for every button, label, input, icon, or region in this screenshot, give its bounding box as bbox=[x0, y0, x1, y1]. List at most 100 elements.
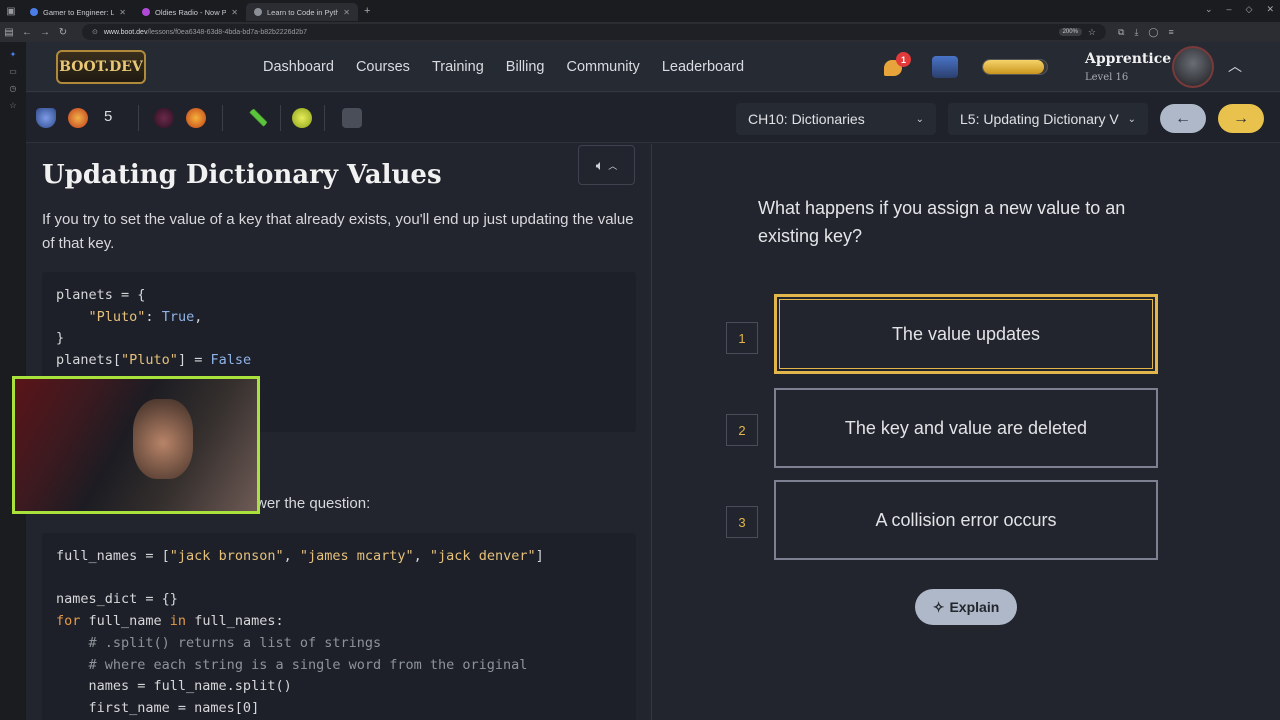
rail-history-icon[interactable]: ◷ bbox=[0, 84, 26, 93]
quiz-panel: What happens if you assign a new value t… bbox=[653, 144, 1280, 720]
main-nav: Dashboard Courses Training Billing Commu… bbox=[263, 59, 766, 75]
tab-close-icon[interactable]: ✕ bbox=[119, 8, 126, 17]
chevron-up-icon[interactable]: ︿ bbox=[1228, 56, 1242, 76]
bookmark-star-icon[interactable]: ☆ bbox=[1088, 27, 1096, 38]
bootdev-logo[interactable]: BOOT.DEV bbox=[56, 50, 146, 84]
user-level: Level 16 bbox=[1085, 72, 1129, 83]
nav-leaderboard[interactable]: Leaderboard bbox=[662, 59, 744, 75]
browser-tab-bar: ▣ Gamer to Engineer: Learni ✕ Oldies Rad… bbox=[0, 0, 1280, 22]
divider bbox=[324, 105, 325, 131]
browser-tab[interactable]: Gamer to Engineer: Learni ✕ bbox=[22, 3, 134, 21]
sidebar-toggle-icon[interactable]: ▤ bbox=[0, 27, 18, 38]
notification-badge: 1 bbox=[896, 52, 911, 67]
rail-star-icon[interactable]: ☆ bbox=[0, 101, 26, 110]
tab-close-icon[interactable]: ✕ bbox=[231, 8, 238, 17]
explain-label: Explain bbox=[949, 599, 1000, 615]
url-path: /lessons/f0ea6348-63d8-4bda-bd7a-b82b222… bbox=[147, 28, 308, 36]
tab-title: Oldies Radio - Now Playi bbox=[155, 7, 227, 17]
fire-potion-icon[interactable] bbox=[186, 108, 206, 128]
tab-list-icon[interactable]: ⌄ bbox=[1205, 4, 1213, 15]
quiz-option-2[interactable]: The key and value are deleted bbox=[774, 388, 1158, 468]
browser-tab[interactable]: Oldies Radio - Now Playi ✕ bbox=[134, 3, 246, 21]
assignment-prompt: wer the question: bbox=[256, 495, 371, 512]
nav-courses[interactable]: Courses bbox=[356, 59, 410, 75]
previous-lesson-button[interactable]: ← bbox=[1160, 104, 1206, 133]
xp-progress-bar bbox=[982, 59, 1048, 75]
nav-training[interactable]: Training bbox=[432, 59, 484, 75]
lesson-intro: If you try to set the value of a key tha… bbox=[42, 211, 634, 252]
shield-icon[interactable] bbox=[36, 108, 56, 128]
new-tab-icon[interactable]: + bbox=[358, 5, 376, 17]
extensions-icon[interactable]: ⧉ bbox=[1118, 27, 1124, 38]
browser-tab-active[interactable]: Learn to Code in Python: L ✕ bbox=[246, 3, 358, 21]
lesson-title: Updating Dictionary Values bbox=[42, 160, 442, 190]
code-block-assignment: full_names = ["jack bronson", "james mca… bbox=[42, 533, 636, 720]
close-window-icon[interactable]: ✕ bbox=[1266, 4, 1274, 15]
menu-icon[interactable]: ≡ bbox=[1169, 27, 1174, 38]
downloads-icon[interactable]: ⤓ bbox=[1134, 27, 1138, 38]
nav-billing[interactable]: Billing bbox=[506, 59, 545, 75]
divider bbox=[138, 105, 139, 131]
chevron-up-icon: ︿ bbox=[608, 160, 618, 171]
webcam-overlay bbox=[12, 376, 260, 514]
option-number: 3 bbox=[726, 506, 758, 538]
option-number: 2 bbox=[726, 414, 758, 446]
chevron-down-icon: ⌄ bbox=[915, 113, 924, 125]
site-info-icon[interactable]: ⊙ bbox=[92, 28, 98, 36]
explain-button[interactable]: ✧ Explain bbox=[915, 589, 1017, 625]
arrow-right-icon: → bbox=[1233, 109, 1249, 127]
speaker-icon: 🔈︎ bbox=[595, 156, 605, 173]
quiz-option-1[interactable]: The value updates bbox=[774, 294, 1158, 374]
streak-flame-icon[interactable] bbox=[68, 108, 88, 128]
lesson-select[interactable]: L5: Updating Dictionary V ⌄ bbox=[948, 103, 1148, 135]
minimize-icon[interactable]: – bbox=[1227, 4, 1232, 15]
lesson-select-value: L5: Updating Dictionary V bbox=[960, 111, 1119, 127]
dark-orb-icon[interactable] bbox=[154, 108, 174, 128]
green-wand-icon[interactable] bbox=[248, 108, 268, 128]
audio-button[interactable]: 🔈︎ ︿ bbox=[578, 145, 635, 185]
nav-dashboard[interactable]: Dashboard bbox=[263, 59, 334, 75]
notifications-button[interactable]: 1 bbox=[884, 52, 911, 78]
quiz-question: What happens if you assign a new value t… bbox=[758, 198, 1126, 246]
nav-community[interactable]: Community bbox=[566, 59, 639, 75]
divider bbox=[280, 105, 281, 131]
quiz-option-3[interactable]: A collision error occurs bbox=[774, 480, 1158, 560]
tab-sidebar-icon[interactable]: ▣ bbox=[0, 0, 22, 22]
tab-favicon-icon bbox=[254, 8, 262, 16]
xp-progress-fill bbox=[983, 60, 1044, 74]
tab-title: Gamer to Engineer: Learni bbox=[43, 7, 115, 17]
back-icon[interactable]: ← bbox=[18, 27, 36, 38]
yellow-potion-icon[interactable] bbox=[292, 108, 312, 128]
site-header: BOOT.DEV Dashboard Courses Training Bill… bbox=[26, 42, 1280, 92]
tab-favicon-icon bbox=[30, 8, 38, 16]
window-controls: ⌄ – ◇ ✕ bbox=[1205, 4, 1274, 15]
forward-icon[interactable]: → bbox=[36, 27, 54, 38]
maximize-icon[interactable]: ◇ bbox=[1246, 4, 1253, 15]
streak-count: 5 bbox=[104, 108, 113, 125]
tab-favicon-icon bbox=[142, 8, 150, 16]
sparkle-icon: ✧ bbox=[932, 598, 945, 615]
tab-close-icon[interactable]: ✕ bbox=[343, 8, 350, 17]
address-bar-row: ▤ ← → ↻ ⊙ www.boot.dev/lessons/f0ea6348-… bbox=[0, 22, 1280, 42]
chevron-down-icon: ⌄ bbox=[1127, 113, 1136, 125]
treasure-chest-icon[interactable] bbox=[932, 56, 958, 78]
chapter-select-value: CH10: Dictionaries bbox=[748, 111, 865, 127]
rail-folder-icon[interactable]: ▭ bbox=[0, 67, 26, 76]
profile-icon[interactable]: ◯ bbox=[1148, 27, 1158, 38]
avatar[interactable] bbox=[1172, 46, 1214, 88]
chapter-select[interactable]: CH10: Dictionaries ⌄ bbox=[736, 103, 936, 135]
url-field[interactable]: ⊙ www.boot.dev/lessons/f0ea6348-63d8-4bd… bbox=[82, 24, 1106, 40]
tab-title: Learn to Code in Python: L bbox=[267, 7, 339, 17]
url-host: www.boot.dev bbox=[103, 28, 148, 36]
divider bbox=[222, 105, 223, 131]
user-rank: Apprentice bbox=[1085, 51, 1172, 67]
rail-pin-icon[interactable]: ✦ bbox=[0, 50, 26, 59]
next-lesson-button[interactable]: → bbox=[1218, 104, 1264, 133]
reload-icon[interactable]: ↻ bbox=[54, 27, 72, 38]
lesson-toolbar: 5 CH10: Dictionaries ⌄ L5: Updating Dict… bbox=[26, 93, 1280, 143]
option-number: 1 bbox=[726, 322, 758, 354]
arrow-left-icon: ← bbox=[1175, 109, 1191, 127]
zoom-badge[interactable]: 200% bbox=[1058, 28, 1082, 36]
streamer-face bbox=[133, 399, 193, 479]
locked-chest-icon[interactable] bbox=[342, 108, 362, 128]
